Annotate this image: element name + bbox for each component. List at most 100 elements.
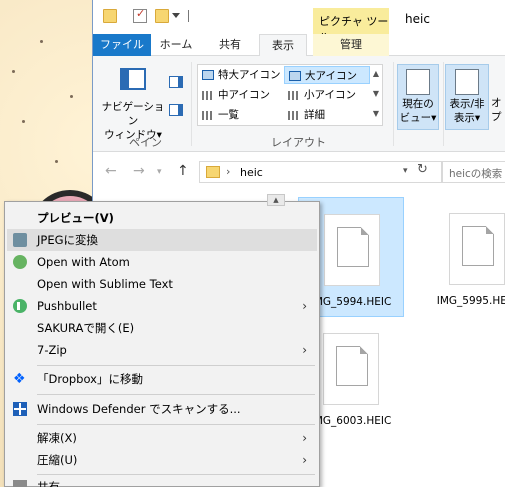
tab-file[interactable]: ファイル xyxy=(93,34,151,56)
show-hide-label: 表示/非 表示▾ xyxy=(446,97,488,125)
folder-icon[interactable] xyxy=(103,9,117,23)
defender-icon xyxy=(13,402,27,416)
layout-details[interactable]: 詳細 xyxy=(284,106,325,124)
document-icon xyxy=(336,346,368,386)
chevron-down-icon[interactable]: ▼ xyxy=(370,84,382,104)
search-input[interactable]: heicの検索 xyxy=(442,161,505,183)
wallpaper-dot xyxy=(12,70,15,73)
address-bar-row: ← → ▾ ↑ › heic ▾ ↻ heicの検索 xyxy=(93,153,505,189)
menu-item-convert-jpeg[interactable]: JPEGに変換 xyxy=(7,229,317,251)
menu-item-open-sublime[interactable]: Open with Sublime Text xyxy=(7,273,317,295)
picture-tools-context-group: ピクチャ ツール xyxy=(313,8,389,44)
current-view-label: 現在の ビュー▾ xyxy=(398,97,438,125)
layout-item-label: 特大アイコン xyxy=(218,69,281,81)
menu-item-label: JPEGに変換 xyxy=(37,233,99,247)
breadcrumb-current[interactable]: heic xyxy=(240,166,263,179)
tab-home[interactable]: ホーム xyxy=(151,34,201,56)
layout-gallery: 特大アイコン 大アイコン 中アイコン 小アイコン 一覧 詳細 xyxy=(197,64,383,126)
layout-small-icons[interactable]: 小アイコン xyxy=(284,86,356,104)
menu-item-7zip[interactable]: 7-Zip › xyxy=(7,339,317,361)
menu-item-open-atom[interactable]: Open with Atom xyxy=(7,251,317,273)
menu-item-label: Open with Atom xyxy=(37,255,130,269)
menu-separator xyxy=(37,394,315,395)
ribbon-tab-bar: ファイル ホーム 共有 表示 管理 xyxy=(93,34,505,57)
new-folder-icon[interactable] xyxy=(155,9,169,23)
chevron-up-icon[interactable]: ▲ xyxy=(370,64,382,84)
folder-icon xyxy=(206,166,220,178)
extra-large-icons-icon xyxy=(202,70,214,80)
wallpaper-dot xyxy=(55,160,58,163)
details-pane-icon[interactable] xyxy=(169,104,183,116)
recent-locations-chevron-icon[interactable]: ▾ xyxy=(157,167,162,177)
pushbullet-icon xyxy=(13,299,27,313)
toolbar-divider xyxy=(188,10,189,22)
menu-item-move-dropbox[interactable]: ❖ 「Dropbox」に移動 xyxy=(7,368,317,390)
address-history-chevron-icon[interactable]: ▾ xyxy=(403,166,408,176)
properties-icon[interactable] xyxy=(133,7,147,23)
file-name: IMG_5995.HEIC xyxy=(436,295,505,307)
refresh-icon[interactable]: ↻ xyxy=(417,162,428,177)
menu-item-label: 「Dropbox」に移動 xyxy=(37,372,143,386)
title-bar: ピクチャ ツール heic xyxy=(93,0,505,44)
layout-list[interactable]: 一覧 xyxy=(198,106,239,124)
show-hide-icon xyxy=(455,69,479,95)
menu-item-extract[interactable]: 解凍(X) › xyxy=(7,427,317,449)
chevron-up-icon[interactable]: ▲ xyxy=(267,194,285,206)
breadcrumb-separator-icon[interactable]: › xyxy=(226,165,230,178)
up-arrow-icon[interactable]: ↑ xyxy=(177,163,189,179)
wallpaper-dot xyxy=(40,40,43,43)
submenu-arrow-icon: › xyxy=(302,453,307,467)
navigation-pane-icon xyxy=(120,68,146,90)
file-thumbnail xyxy=(449,213,505,285)
layout-large-icons[interactable]: 大アイコン xyxy=(284,66,370,84)
tab-share[interactable]: 共有 xyxy=(205,34,255,56)
forward-arrow-icon[interactable]: → xyxy=(133,163,145,179)
menu-item-label: 圧縮(U) xyxy=(37,453,78,467)
menu-item-compress[interactable]: 圧縮(U) › xyxy=(7,449,317,471)
menu-item-open-sakura[interactable]: SAKURAで開く(E) xyxy=(7,317,317,339)
file-item[interactable]: IMG_5995.HEIC xyxy=(424,197,505,317)
submenu-arrow-icon: › xyxy=(302,299,307,313)
menu-item-label: 解凍(X) xyxy=(37,431,77,445)
expand-gallery-icon[interactable]: ▼ xyxy=(370,104,382,124)
menu-item-pushbullet[interactable]: Pushbullet › xyxy=(7,295,317,317)
options-button[interactable]: オプ xyxy=(491,64,505,130)
file-thumbnail xyxy=(324,214,380,286)
details-icon xyxy=(288,111,300,120)
submenu-arrow-icon: › xyxy=(302,431,307,445)
options-label: オプ xyxy=(491,97,502,123)
show-hide-button[interactable]: 表示/非 表示▾ xyxy=(445,64,489,130)
current-view-label-line2: ビュー▾ xyxy=(399,112,437,124)
window-title: heic xyxy=(405,12,430,26)
ribbon-view-panel: ナビゲーション ウィンドウ▾ ペイン 特大アイコン 大アイコン 中アイコン 小ア… xyxy=(93,56,505,152)
tab-manage[interactable]: 管理 xyxy=(313,34,389,56)
layout-extra-large-icons[interactable]: 特大アイコン xyxy=(198,66,280,84)
dropbox-icon: ❖ xyxy=(13,371,26,387)
quick-access-dropdown-icon[interactable] xyxy=(172,13,180,18)
list-icon xyxy=(202,111,214,120)
menu-item-defender-scan[interactable]: Windows Defender でスキャンする... xyxy=(7,398,317,420)
layout-medium-icons[interactable]: 中アイコン xyxy=(198,86,270,104)
menu-item-share[interactable]: 共有 xyxy=(7,476,317,487)
preview-pane-icon[interactable] xyxy=(169,76,183,88)
menu-item-preview[interactable]: プレビュー(V) xyxy=(7,207,317,229)
tab-view[interactable]: 表示 xyxy=(259,34,307,57)
large-icons-icon xyxy=(289,71,301,81)
current-view-button[interactable]: 現在の ビュー▾ xyxy=(397,64,439,130)
menu-separator xyxy=(37,365,315,366)
submenu-arrow-icon: › xyxy=(302,343,307,357)
layout-group-label: レイアウト xyxy=(271,136,326,149)
current-view-icon xyxy=(406,69,430,95)
layout-item-label: 中アイコン xyxy=(218,89,270,101)
menu-item-label: 7-Zip xyxy=(37,343,67,357)
wallpaper-dot xyxy=(22,120,25,123)
menu-separator xyxy=(37,474,315,475)
layout-item-label: 大アイコン xyxy=(305,70,357,82)
navigation-pane-button[interactable]: ナビゲーション ウィンドウ▾ xyxy=(99,64,164,141)
show-hide-label-line2: 表示▾ xyxy=(453,112,481,124)
menu-item-label: SAKURAで開く(E) xyxy=(37,321,135,335)
layout-gallery-scroll[interactable]: ▲ ▼ ▼ xyxy=(370,64,382,126)
back-arrow-icon[interactable]: ← xyxy=(105,163,117,179)
menu-item-label: Open with Sublime Text xyxy=(37,277,173,291)
layout-item-label: 詳細 xyxy=(304,109,325,121)
